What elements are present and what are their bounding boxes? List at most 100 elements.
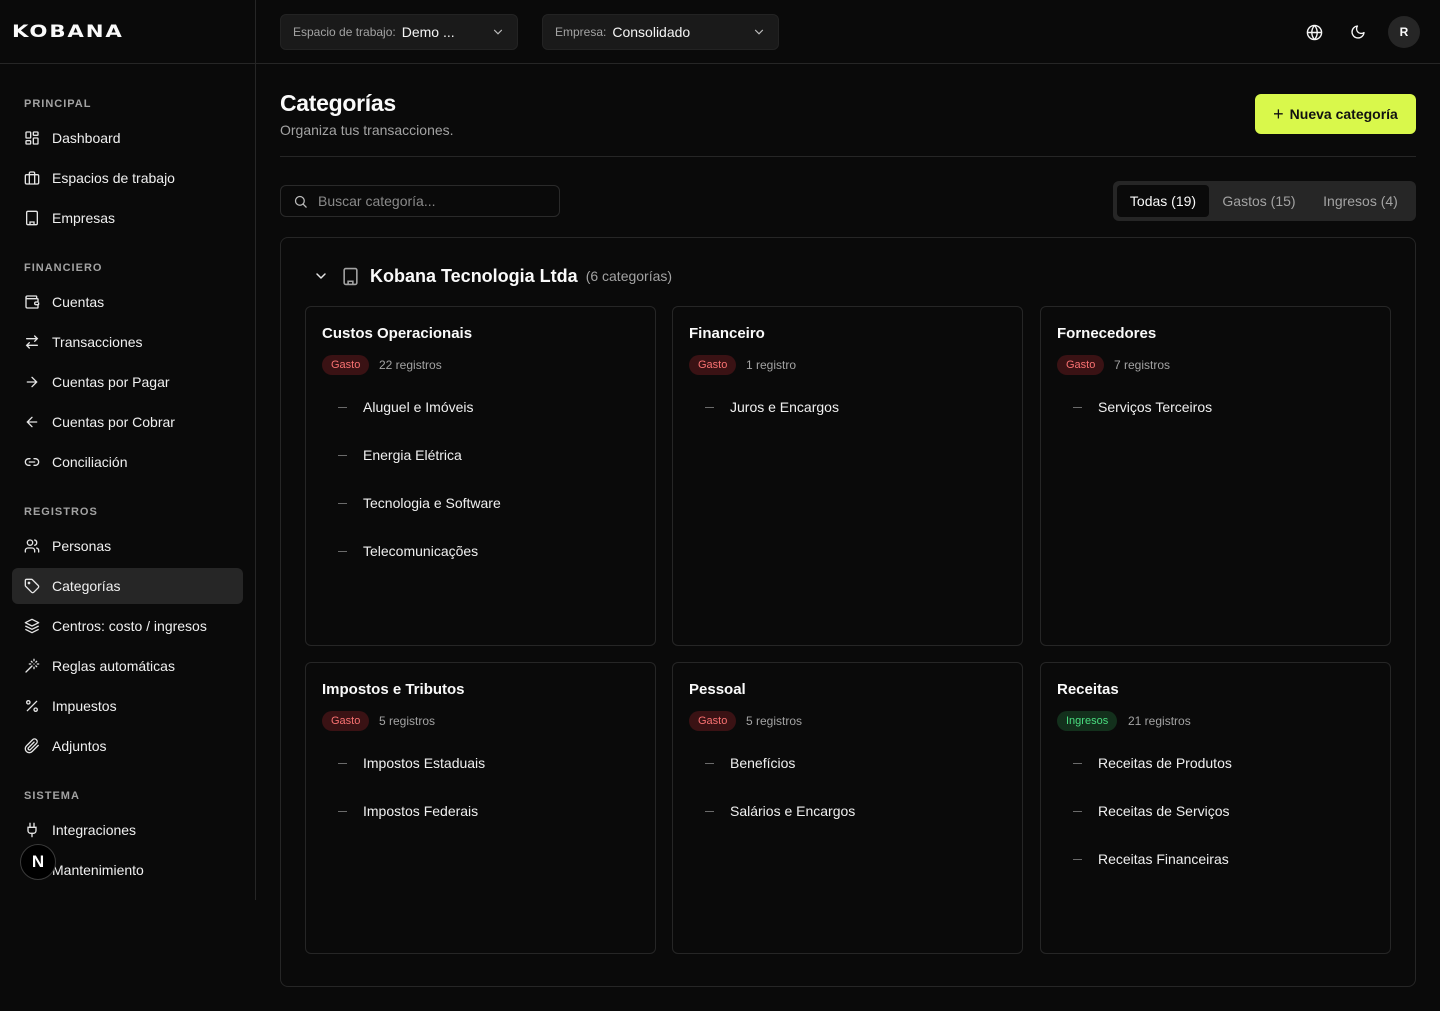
dash-icon <box>1073 406 1082 408</box>
globe-icon[interactable] <box>1300 18 1328 46</box>
sidebar-item-label: Conciliación <box>52 454 128 470</box>
tag-icon <box>24 578 40 594</box>
kobana-logo[interactable]: KOBANA <box>12 20 132 44</box>
record-count: 5 registros <box>379 714 436 728</box>
sidebar-item-reconciliation[interactable]: Conciliación <box>12 444 243 480</box>
avatar[interactable]: R <box>1388 16 1420 48</box>
subcategory-item[interactable]: Serviços Terceiros <box>1073 399 1212 415</box>
dash-icon <box>338 406 347 408</box>
search-box[interactable] <box>280 185 560 217</box>
category-card[interactable]: Financeiro Gasto 1 registro Juros e Enca… <box>672 306 1023 646</box>
company-select[interactable]: Empresa: Consolidado <box>542 14 779 50</box>
company-group-header[interactable]: Kobana Tecnologia Ltda (6 categorías) <box>313 264 672 288</box>
subcategory-item[interactable]: Energia Elétrica <box>338 447 462 463</box>
subcategory-item[interactable]: Salários e Encargos <box>705 803 855 819</box>
subcategory-item[interactable]: Aluguel e Imóveis <box>338 399 474 415</box>
sidebar-item-integrations[interactable]: Integraciones <box>12 812 243 848</box>
sidebar-item-payables[interactable]: Cuentas por Pagar <box>12 364 243 400</box>
paperclip-icon <box>24 738 40 754</box>
category-card[interactable]: Custos Operacionais Gasto 22 registros A… <box>305 306 656 646</box>
sidebar-item-label: Cuentas por Pagar <box>52 374 170 390</box>
subcategory-item[interactable]: Receitas de Serviços <box>1073 803 1230 819</box>
category-title: Pessoal <box>689 681 746 698</box>
filter-tabs: Todas (19) Gastos (15) Ingresos (4) <box>1113 181 1416 221</box>
category-card[interactable]: Impostos e Tributos Gasto 5 registros Im… <box>305 662 656 954</box>
subcategory-item[interactable]: Telecomunicações <box>338 543 478 559</box>
sidebar-item-accounts[interactable]: Cuentas <box>12 284 243 320</box>
subcategory-label: Benefícios <box>730 755 796 771</box>
sidebar-item-label: Centros: costo / ingresos <box>52 618 207 634</box>
sidebar-item-label: Cuentas por Cobrar <box>52 414 175 430</box>
sidebar-item-categories[interactable]: Categorías <box>12 568 243 604</box>
company-select-label: Empresa: <box>555 25 607 39</box>
dash-icon <box>338 502 347 504</box>
moon-icon[interactable] <box>1344 18 1372 46</box>
building-icon <box>24 210 40 226</box>
chevron-down-icon[interactable] <box>313 268 329 284</box>
subcategory-item[interactable]: Receitas de Produtos <box>1073 755 1232 771</box>
sidebar-item-label: Impuestos <box>52 698 117 714</box>
chevron-down-icon <box>752 25 766 39</box>
category-card[interactable]: Fornecedores Gasto 7 registros Serviços … <box>1040 306 1391 646</box>
subcategory-item[interactable]: Receitas Financeiras <box>1073 851 1229 867</box>
subcategory-item[interactable]: Impostos Federais <box>338 803 478 819</box>
sidebar-item-label: Espacios de trabajo <box>52 170 175 186</box>
record-count: 21 registros <box>1128 714 1191 728</box>
tab-expenses[interactable]: Gastos (15) <box>1209 185 1309 217</box>
category-card[interactable]: Pessoal Gasto 5 registros Benefícios Sal… <box>672 662 1023 954</box>
dash-icon <box>338 550 347 552</box>
subcategory-label: Telecomunicações <box>363 543 479 559</box>
sidebar-item-taxes[interactable]: Impuestos <box>12 688 243 724</box>
sidebar-item-label: Categorías <box>52 578 121 594</box>
section-title-registros: REGISTROS <box>24 506 98 518</box>
new-category-button[interactable]: + Nueva categoría <box>1255 94 1416 134</box>
subcategory-item[interactable]: Tecnologia e Software <box>338 495 501 511</box>
subcategory-label: Juros e Encargos <box>730 399 839 415</box>
section-title-financiero: FINANCIERO <box>24 262 103 274</box>
sidebar-item-people[interactable]: Personas <box>12 528 243 564</box>
category-title: Receitas <box>1057 681 1119 698</box>
dash-icon <box>1073 810 1082 812</box>
plug-icon <box>24 822 40 838</box>
wallet-icon <box>24 294 40 310</box>
category-title: Fornecedores <box>1057 325 1157 342</box>
category-title: Financeiro <box>689 325 765 342</box>
category-count: (6 categorías) <box>585 268 673 284</box>
sidebar-item-attachments[interactable]: Adjuntos <box>12 728 243 764</box>
dash-icon <box>705 810 714 812</box>
subcategory-item[interactable]: Juros e Encargos <box>705 399 839 415</box>
search-input[interactable] <box>318 193 548 209</box>
workspace-select[interactable]: Espacio de trabajo: Demo ... <box>280 14 518 50</box>
record-count: 22 registros <box>379 358 442 372</box>
category-title: Impostos e Tributos <box>322 681 465 698</box>
tab-all[interactable]: Todas (19) <box>1117 185 1209 217</box>
subcategory-label: Energia Elétrica <box>363 447 462 463</box>
building-icon <box>341 267 360 286</box>
workspace-select-value: Demo ... <box>401 24 455 40</box>
record-count: 7 registros <box>1114 358 1171 372</box>
type-badge: Gasto <box>1057 355 1105 375</box>
sidebar-item-workspaces[interactable]: Espacios de trabajo <box>12 160 243 196</box>
sidebar-item-rules[interactable]: Reglas automáticas <box>12 648 243 684</box>
sidebar-item-companies[interactable]: Empresas <box>12 200 243 236</box>
sidebar-item-receivables[interactable]: Cuentas por Cobrar <box>12 404 243 440</box>
subcategory-label: Impostos Estaduais <box>363 755 486 771</box>
sidebar-item-dashboard[interactable]: Dashboard <box>12 120 243 156</box>
sidebar-item-cost-centers[interactable]: Centros: costo / ingresos <box>12 608 243 644</box>
divider <box>280 156 1416 157</box>
dash-icon <box>338 762 347 764</box>
tab-income[interactable]: Ingresos (4) <box>1309 185 1412 217</box>
link-icon <box>24 454 40 470</box>
type-badge: Gasto <box>689 711 737 731</box>
plus-icon: + <box>1273 103 1284 124</box>
subcategory-label: Aluguel e Imóveis <box>363 399 474 415</box>
nextjs-dev-badge[interactable]: N <box>20 844 56 880</box>
users-icon <box>24 538 40 554</box>
category-card[interactable]: Receitas Ingresos 21 registros Receitas … <box>1040 662 1391 954</box>
subcategory-item[interactable]: Benefícios <box>705 755 795 771</box>
section-title-principal: PRINCIPAL <box>24 98 92 110</box>
sidebar-item-label: Integraciones <box>52 822 137 838</box>
subcategory-item[interactable]: Impostos Estaduais <box>338 755 485 771</box>
category-title: Custos Operacionais <box>322 325 473 342</box>
sidebar-item-transactions[interactable]: Transacciones <box>12 324 243 360</box>
